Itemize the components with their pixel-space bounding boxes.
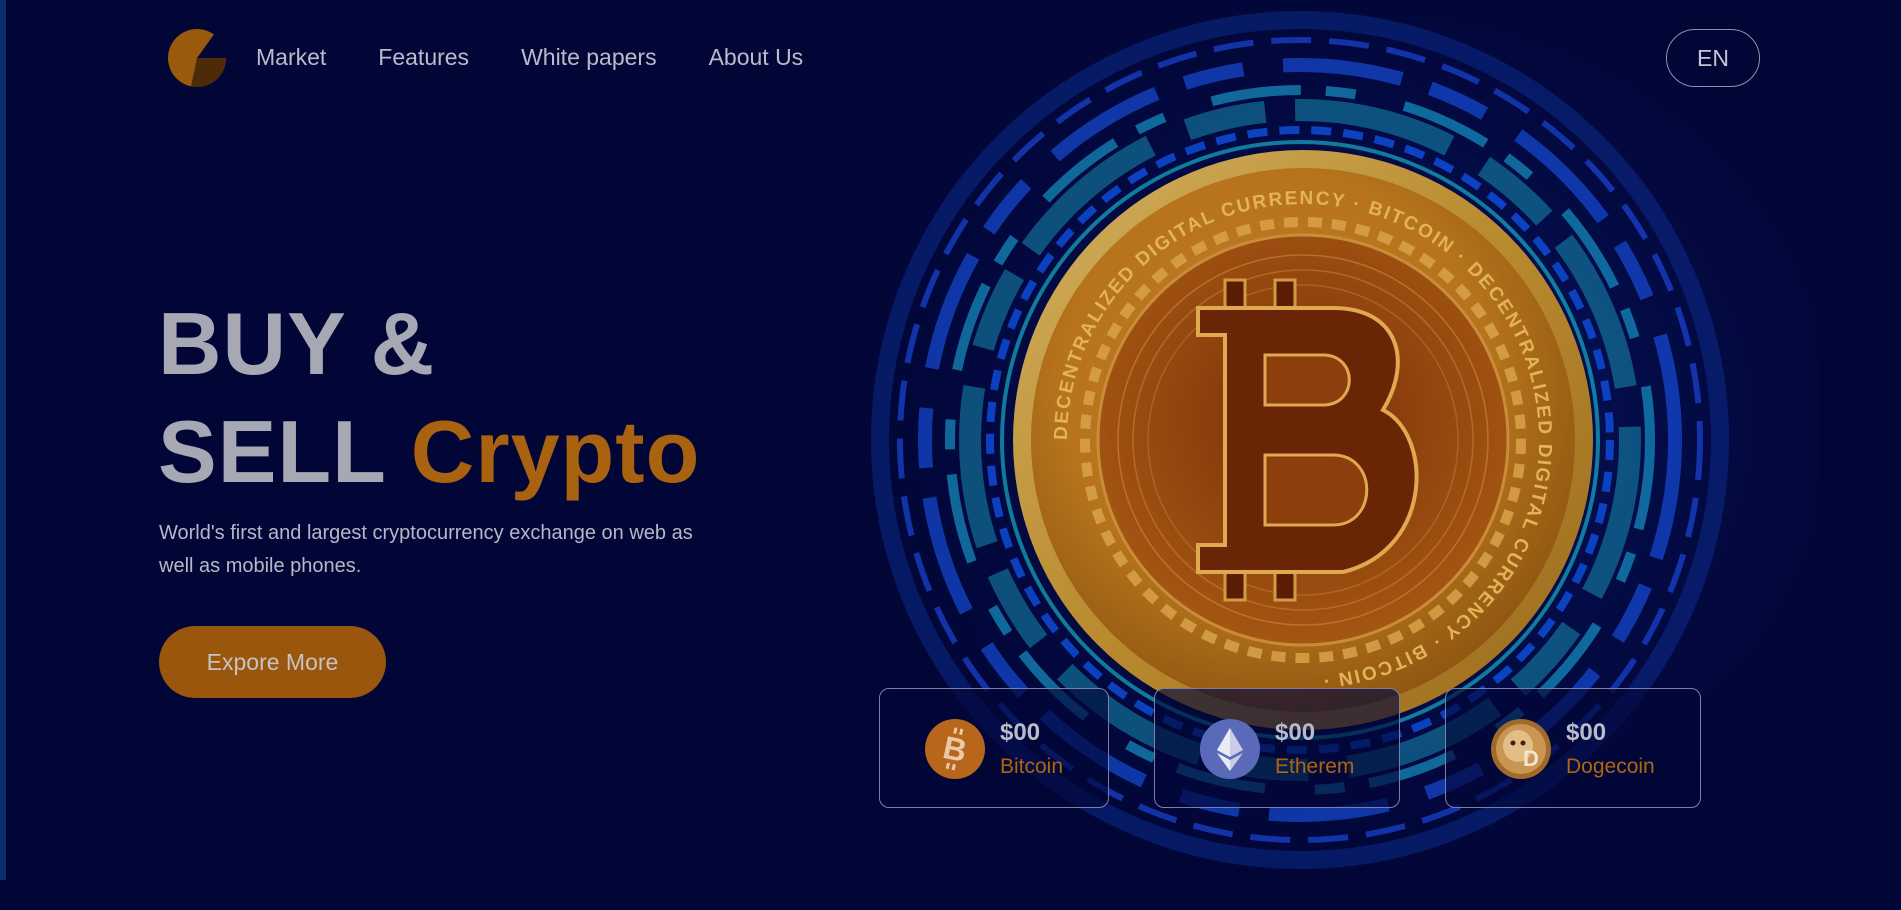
nav-white-papers-link[interactable]: White papers — [521, 44, 657, 71]
ethereum-price-card[interactable]: $00 Etherem — [1154, 688, 1400, 808]
nav-about-us-link[interactable]: About Us — [709, 44, 804, 71]
hero-title-line2: SELL — [158, 402, 411, 501]
hero-subtitle: World's first and largest cryptocurrency… — [159, 522, 693, 577]
ethereum-icon — [1200, 719, 1260, 779]
bitcoin-name: Bitcoin — [1000, 755, 1064, 778]
explore-more-button[interactable]: Expore More — [159, 626, 386, 698]
bitcoin-price-card[interactable]: B $00 Bitcoin — [879, 688, 1109, 808]
nav-features-link[interactable]: Features — [378, 44, 469, 71]
main-nav: Market Features White papers About Us — [256, 44, 803, 71]
ethereum-price: $00 — [1275, 719, 1316, 746]
dogecoin-name: Dogecoin — [1566, 755, 1655, 778]
bitcoin-icon: B — [925, 719, 985, 779]
dogecoin-icon: D — [1491, 719, 1551, 779]
dogecoin-price: $00 — [1566, 719, 1607, 746]
svg-text:D: D — [1523, 746, 1539, 771]
bitcoin-price: $00 — [1000, 719, 1041, 746]
hero-title-accent: Crypto — [410, 402, 701, 501]
hero-title: BUY & SELL Crypto — [158, 290, 700, 506]
left-edge-bar — [0, 0, 6, 880]
dogecoin-price-card[interactable]: D $00 Dogecoin — [1445, 688, 1701, 808]
brand-logo-icon[interactable] — [163, 25, 235, 89]
ethereum-name: Etherem — [1275, 755, 1355, 778]
nav-market-link[interactable]: Market — [256, 44, 326, 71]
hero-title-line1: BUY & — [158, 294, 436, 393]
